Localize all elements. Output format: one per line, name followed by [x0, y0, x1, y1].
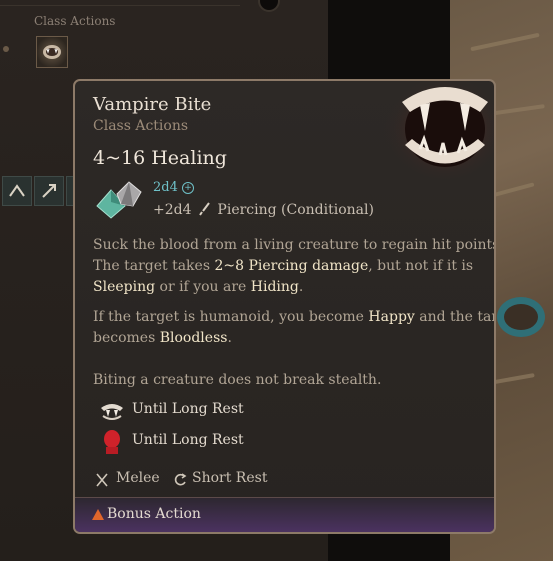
ability-title: Vampire Bite [93, 94, 212, 115]
map-marker-icon[interactable] [497, 297, 545, 337]
ability-effect: 4~16 Healing [93, 147, 227, 169]
text-span: . [298, 279, 304, 295]
dice-secondary-type: Piercing (Conditional) [217, 202, 374, 218]
dice-secondary: +2d4 Piercing (Conditional) [153, 202, 374, 218]
fangs-icon [101, 404, 123, 420]
bloodless-keyword[interactable]: Bloodless [160, 330, 228, 346]
sleeping-keyword[interactable]: Sleeping [93, 279, 155, 295]
melee-swords-icon [96, 473, 108, 487]
ability-category: Class Actions [93, 118, 189, 134]
bullet-dot [3, 46, 9, 52]
bonus-action-triangle-icon [92, 509, 104, 520]
dice-icon [96, 181, 142, 219]
short-rest-icon [174, 473, 187, 486]
condition-label: Until Long Rest [132, 401, 244, 417]
text-span: . [227, 330, 232, 346]
description-line: Biting a creature does not break stealth… [93, 372, 382, 388]
panel-divider [0, 5, 240, 6]
description-line: The target takes 2~8 Piercing damage, bu… [93, 258, 473, 274]
recharge-label: Short Rest [192, 470, 268, 486]
ability-tooltip: Vampire Bite Class Actions 4~16 Healing … [73, 79, 496, 534]
dagger-icon [199, 202, 210, 216]
arrow-icon [42, 184, 56, 198]
red-head-icon [104, 430, 120, 454]
description-line: If the target is humanoid, you become Ha… [93, 309, 494, 325]
description-line: Suck the blood from a living creature to… [93, 237, 496, 253]
action-type-bar: Bonus Action [75, 497, 494, 532]
text-span: If the target is humanoid, you become [93, 309, 369, 325]
fangs-icon [43, 45, 61, 59]
happy-keyword[interactable]: Happy [368, 309, 414, 325]
text-span: or if you are [155, 279, 251, 295]
ability-slot[interactable] [34, 176, 64, 206]
range-label: Melee [116, 470, 160, 486]
healing-plus-icon: + [182, 181, 195, 194]
action-type-label: Bonus Action [107, 506, 201, 522]
claw-icon [9, 184, 25, 197]
ability-slot[interactable] [2, 176, 32, 206]
vampire-fangs-icon [383, 81, 494, 184]
dice-primary: 2d4 + [153, 180, 195, 195]
text-span: and the target [419, 309, 494, 325]
damage-keyword[interactable]: 2~8 Piercing damage [214, 258, 368, 274]
text-span: becomes [93, 330, 160, 346]
hiding-keyword[interactable]: Hiding [251, 279, 299, 295]
dice-primary-text: 2d4 [153, 180, 178, 195]
description-line: becomes Bloodless. [93, 330, 232, 346]
vampire-bite-ability-button[interactable] [36, 36, 68, 68]
condition-label: Until Long Rest [132, 432, 244, 448]
section-label: Class Actions [34, 14, 116, 28]
dice-secondary-amount: +2d4 [153, 202, 192, 218]
description-line: Sleeping or if you are Hiding. [93, 279, 303, 295]
text-span: The target takes [93, 258, 215, 274]
text-span: , but not if it is [368, 258, 474, 274]
